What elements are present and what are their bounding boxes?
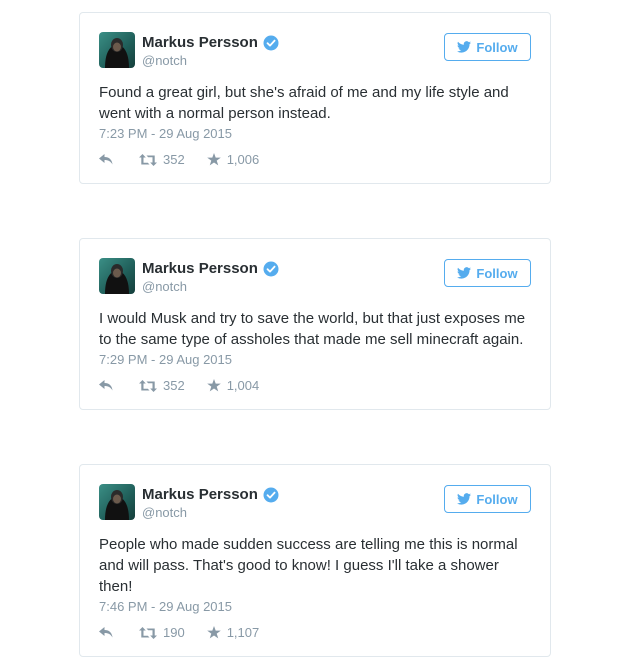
reply-icon <box>99 380 113 391</box>
twitter-bird-icon <box>457 41 472 53</box>
star-icon <box>206 626 221 639</box>
retweet-count: 352 <box>163 152 185 167</box>
reply-icon <box>99 627 113 638</box>
tweet-card: Markus Persson @notch Follow People who … <box>79 464 551 657</box>
timestamp-link[interactable]: 7:29 PM - 29 Aug 2015 <box>99 352 232 367</box>
follow-label: Follow <box>476 491 518 507</box>
author-line: Markus Persson <box>142 260 279 277</box>
tweet-actions: 190 1,107 <box>99 625 259 640</box>
avatar[interactable] <box>99 32 135 68</box>
twitter-bird-icon <box>457 267 472 279</box>
reply-icon <box>99 154 113 165</box>
star-icon <box>206 379 221 392</box>
author-handle[interactable]: @notch <box>142 279 187 294</box>
follow-label: Follow <box>476 39 518 55</box>
follow-label: Follow <box>476 265 518 281</box>
retweet-button[interactable]: 352 <box>139 378 185 393</box>
twitter-bird-icon <box>457 493 472 505</box>
tweet-card: Markus Persson @notch Follow I would Mus… <box>79 238 551 410</box>
tweet-card: Markus Persson @notch Follow Found a gre… <box>79 12 551 184</box>
retweet-icon <box>139 379 157 392</box>
avatar[interactable] <box>99 258 135 294</box>
favorite-count: 1,107 <box>226 625 260 640</box>
author-line: Markus Persson <box>142 486 279 503</box>
retweet-button[interactable]: 190 <box>139 625 185 640</box>
retweet-count: 352 <box>163 378 185 393</box>
favorite-button[interactable]: 1,006 <box>206 152 260 167</box>
avatar[interactable] <box>99 484 135 520</box>
follow-button[interactable]: Follow <box>444 259 531 287</box>
author-name[interactable]: Markus Persson <box>142 260 258 277</box>
follow-button[interactable]: Follow <box>444 33 531 61</box>
tweet-text: People who made sudden success are telli… <box>99 536 518 595</box>
tweet-actions: 352 1,004 <box>99 378 259 393</box>
author-handle[interactable]: @notch <box>142 505 187 520</box>
retweet-button[interactable]: 352 <box>139 152 185 167</box>
author-handle[interactable]: @notch <box>142 53 187 68</box>
retweet-count: 190 <box>163 625 185 640</box>
reply-button[interactable] <box>99 627 119 638</box>
favorite-button[interactable]: 1,004 <box>206 378 260 393</box>
verified-badge-icon <box>263 35 279 50</box>
favorite-button[interactable]: 1,107 <box>206 625 260 640</box>
verified-badge-icon <box>263 487 279 502</box>
retweet-icon <box>139 626 157 639</box>
follow-button[interactable]: Follow <box>444 485 531 513</box>
tweet-text: I would Musk and try to save the world, … <box>99 310 526 348</box>
author-name[interactable]: Markus Persson <box>142 486 258 503</box>
favorite-count: 1,006 <box>226 152 260 167</box>
retweet-icon <box>139 153 157 166</box>
author-line: Markus Persson <box>142 34 279 51</box>
verified-badge-icon <box>263 261 279 276</box>
favorite-count: 1,004 <box>226 378 260 393</box>
reply-button[interactable] <box>99 154 119 165</box>
author-name[interactable]: Markus Persson <box>142 34 258 51</box>
star-icon <box>206 153 221 166</box>
timestamp-link[interactable]: 7:23 PM - 29 Aug 2015 <box>99 126 232 141</box>
tweet-text: Found a great girl, but she's afraid of … <box>99 84 509 122</box>
timestamp-link[interactable]: 7:46 PM - 29 Aug 2015 <box>99 599 232 614</box>
reply-button[interactable] <box>99 380 119 391</box>
tweet-actions: 352 1,006 <box>99 152 259 167</box>
